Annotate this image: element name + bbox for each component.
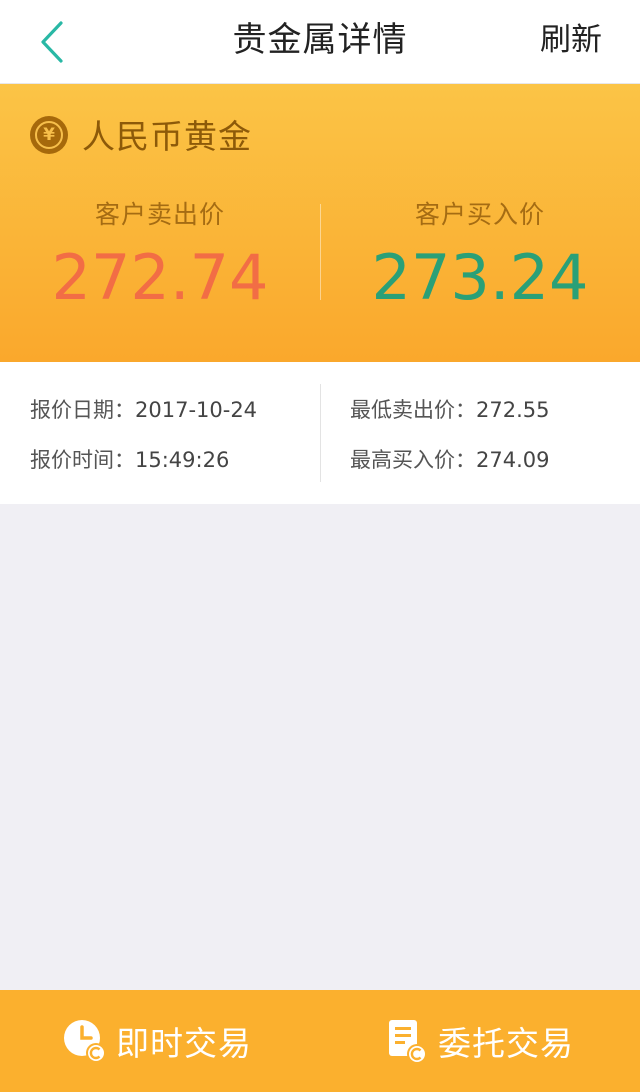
- sell-price-block: 客户卖出价 272.74: [0, 198, 320, 316]
- min-sell-value: 272.55: [476, 398, 550, 422]
- buy-price-label: 客户买入价: [414, 200, 545, 229]
- max-buy-row: 最高买入价：274.09: [350, 444, 549, 474]
- instant-trade-button[interactable]: 即时交易: [62, 990, 252, 1092]
- buy-price-block: 客户买入价 273.24: [320, 198, 640, 316]
- product-name: 人民币黄金: [82, 117, 252, 156]
- entrust-trade-label: 委托交易: [438, 1024, 574, 1063]
- quote-time-row: 报价时间：15:49:26: [30, 444, 229, 474]
- yuan-coin-icon: ¥: [30, 116, 68, 154]
- precious-metal-detail-screen: 贵金属详情 刷新 ¥ 人民币黄金 客户卖出价 272.74 客户买入价 273.…: [0, 0, 640, 1092]
- refresh-button[interactable]: 刷新: [540, 0, 602, 80]
- yuan-glyph: ¥: [35, 121, 63, 149]
- buy-price-value: 273.24: [371, 241, 589, 314]
- max-buy-value: 274.09: [476, 448, 550, 472]
- quote-time-value: 15:49:26: [135, 448, 230, 472]
- quote-date-row: 报价日期：2017-10-24: [30, 394, 257, 424]
- document-coin-icon: [389, 1020, 427, 1064]
- info-divider: [320, 384, 321, 482]
- price-card: ¥ 人民币黄金 客户卖出价 272.74 客户买入价 273.24: [0, 84, 640, 362]
- sell-price-label: 客户卖出价: [94, 200, 225, 229]
- quote-date-label: 报价日期：: [30, 398, 135, 422]
- clock-coin-icon: [64, 1020, 106, 1063]
- min-sell-label: 最低卖出价：: [350, 398, 476, 422]
- quote-time-label: 报价时间：: [30, 448, 135, 472]
- quote-date-value: 2017-10-24: [135, 398, 258, 422]
- entrust-trade-button[interactable]: 委托交易: [386, 990, 574, 1092]
- nav-header: 贵金属详情 刷新: [0, 0, 640, 84]
- bottom-action-bar: 即时交易 委托交易: [0, 990, 640, 1092]
- instant-trade-label: 即时交易: [116, 1024, 252, 1063]
- sell-price-value: 272.74: [51, 241, 269, 314]
- quote-info-panel: 报价日期：2017-10-24 报价时间：15:49:26 最低卖出价：272.…: [0, 362, 640, 504]
- min-sell-row: 最低卖出价：272.55: [350, 394, 549, 424]
- max-buy-label: 最高买入价：: [350, 448, 476, 472]
